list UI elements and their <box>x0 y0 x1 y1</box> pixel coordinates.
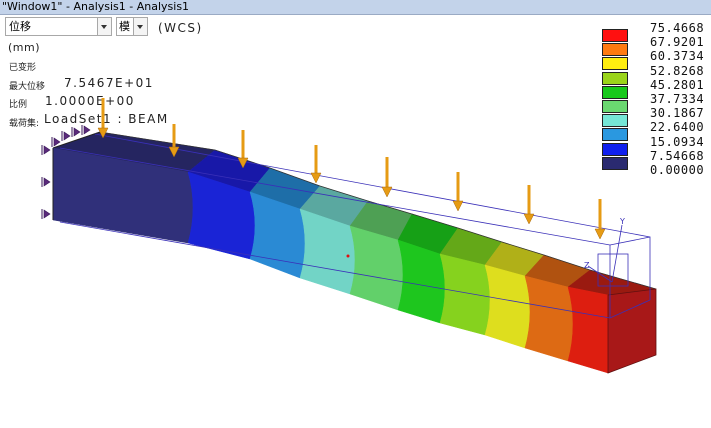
beam-color-band <box>439 253 491 336</box>
constraint-triangle-icon <box>41 145 51 155</box>
legend-label: 0.00000 <box>650 163 705 177</box>
beam-color-band <box>484 264 531 349</box>
csys-y-label: Y <box>619 217 625 226</box>
load-arrow-icon <box>381 157 393 198</box>
origin-marker <box>346 254 350 258</box>
constraint-triangle-icon <box>41 177 51 187</box>
legend-label: 75.4668 <box>650 21 705 35</box>
legend-swatch <box>602 57 628 71</box>
legend-swatch <box>602 43 628 57</box>
load-arrow-icon <box>310 145 322 184</box>
load-arrow-icon <box>452 172 464 212</box>
beam-color-band <box>567 286 614 374</box>
legend-swatch <box>602 85 628 99</box>
legend-label: 30.1867 <box>650 106 705 121</box>
csys-axis <box>611 224 623 283</box>
legend-swatch <box>602 142 628 156</box>
legend-label: 7.54668 <box>650 148 705 163</box>
constraint-triangle-icon <box>81 125 91 135</box>
constraint-triangle-icon <box>61 131 71 141</box>
legend-label: 15.0934 <box>650 134 705 149</box>
constraint-triangle-icon <box>41 209 51 219</box>
legend-swatch <box>602 128 628 142</box>
load-arrow-icon <box>594 199 606 240</box>
legend-label: 37.7334 <box>650 92 705 106</box>
legend-swatch <box>602 29 628 42</box>
legend-label: 22.6400 <box>650 120 705 135</box>
constraint-triangle-icon <box>71 127 81 137</box>
load-arrow-icon <box>523 185 535 225</box>
legend-label: 60.3734 <box>650 49 705 64</box>
legend-label: 67.9201 <box>650 35 705 50</box>
legend-swatch <box>602 114 628 128</box>
legend-label: 52.8268 <box>650 63 705 78</box>
beam-color-band <box>524 275 574 362</box>
beam-end-face <box>607 288 657 374</box>
legend-swatch <box>602 156 628 170</box>
legend-swatch <box>602 100 628 113</box>
legend-swatch <box>602 71 628 85</box>
legend-label: 45.2801 <box>650 77 705 92</box>
csys-z-label: Z <box>584 261 590 270</box>
